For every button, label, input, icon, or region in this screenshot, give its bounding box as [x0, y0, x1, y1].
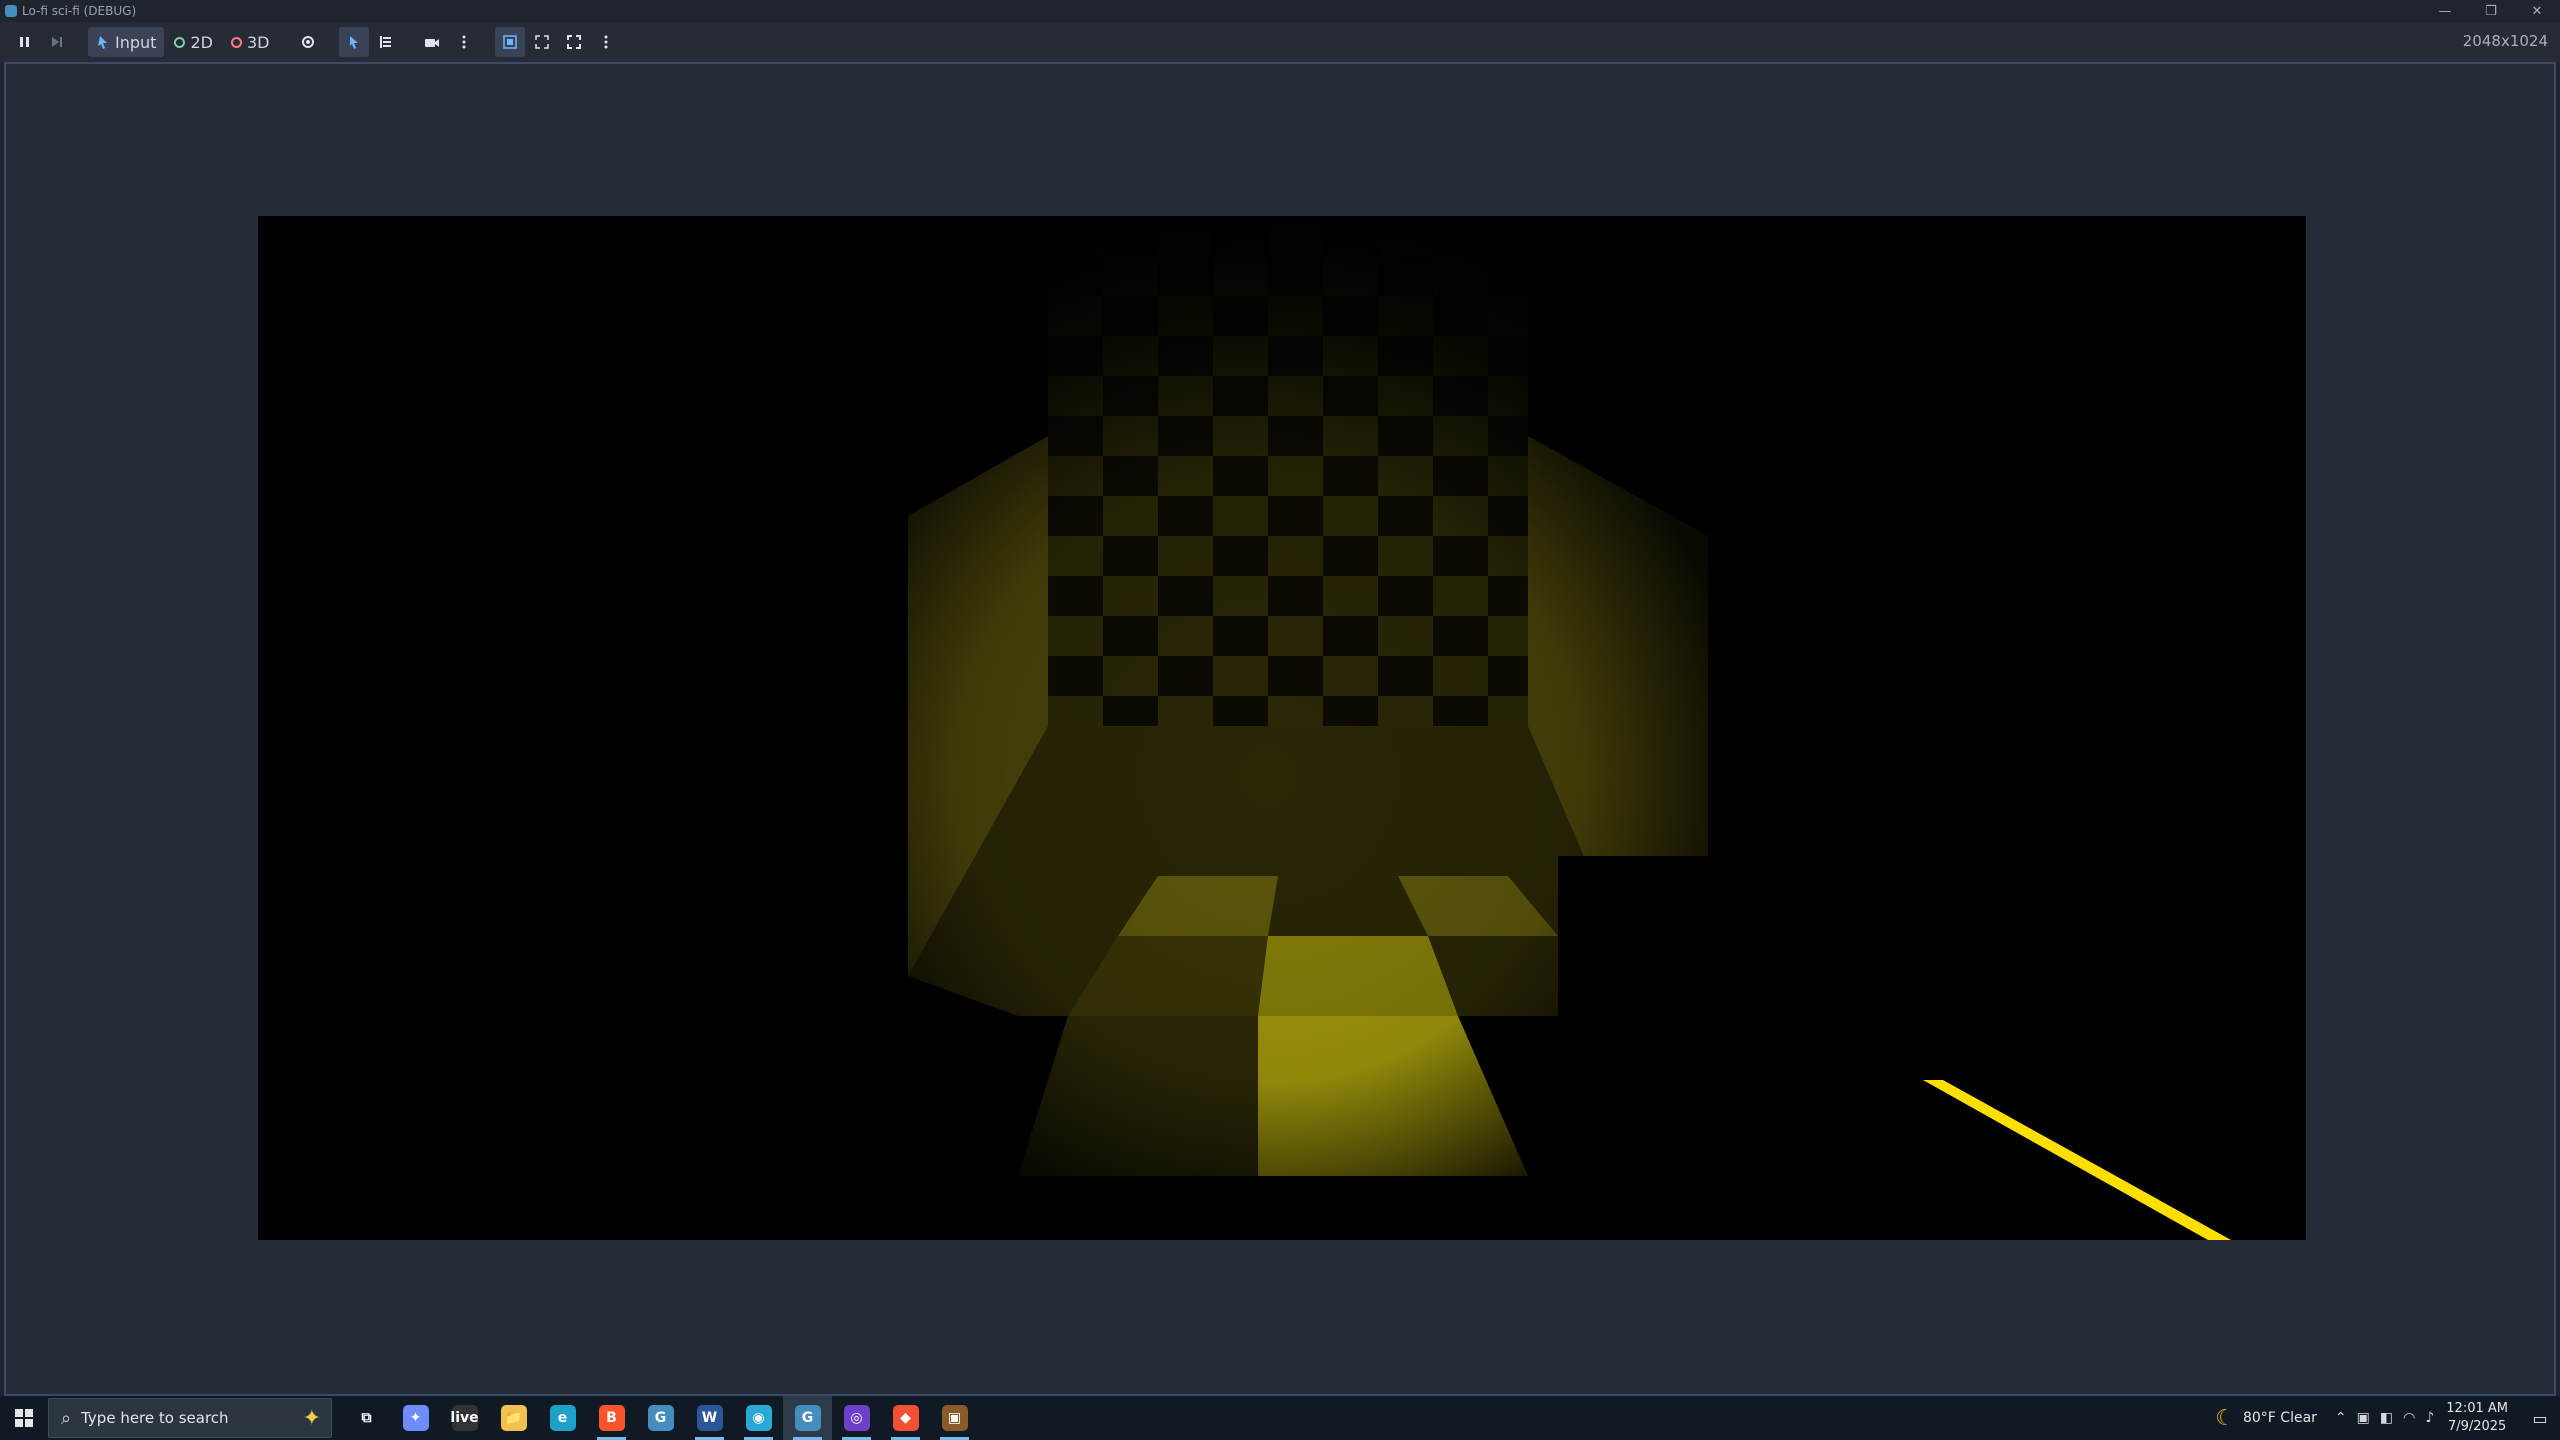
window-controls: — ❐ ✕ — [2422, 0, 2560, 22]
game-view[interactable] — [258, 216, 2306, 1240]
taskbar-search[interactable]: ⌕ Type here to search ✦ — [48, 1398, 332, 1438]
window-title: Lo-fi sci-fi (DEBUG) — [22, 4, 137, 18]
search-placeholder: Type here to search — [81, 1409, 229, 1427]
expand-icon — [535, 35, 550, 49]
clock-date: 7/9/2025 — [2447, 1419, 2507, 1434]
game-toolbar: Input 2D 3D 2048x1024 — [0, 22, 2560, 62]
game-scene — [258, 216, 2306, 1240]
fullscreen-icon — [567, 35, 582, 49]
camera-override-button[interactable] — [417, 27, 447, 57]
list-select-button[interactable] — [371, 27, 401, 57]
godot-app-icon — [5, 5, 17, 17]
visibility-button[interactable] — [293, 27, 323, 57]
github-icon: ◎ — [843, 1405, 870, 1431]
pause-button[interactable] — [10, 27, 40, 57]
taskbar-app-file-explorer[interactable]: 📁 — [489, 1396, 538, 1440]
taskbar-app-app-blue[interactable]: ◉ — [734, 1396, 783, 1440]
taskbar-app-live-captions[interactable]: live — [440, 1396, 489, 1440]
select-tool-button[interactable] — [339, 27, 370, 57]
wifi-icon[interactable]: ◠ — [2403, 1410, 2415, 1426]
minimize-button[interactable]: — — [2422, 0, 2468, 22]
taskbar-app-copilot[interactable]: ✦ — [391, 1396, 440, 1440]
taskbar-app-godot[interactable]: G — [636, 1396, 685, 1440]
windows-logo-icon — [15, 1409, 33, 1427]
moon-icon: ☾ — [2215, 1405, 2235, 1431]
search-icon: ⌕ — [61, 1407, 72, 1429]
embed-game-button[interactable] — [495, 27, 526, 57]
clock-time: 12:01 AM — [2446, 1401, 2508, 1416]
copilot-icon: ✦ — [402, 1405, 429, 1431]
godot-icon: G — [647, 1405, 674, 1431]
taskbar-app-godot-running[interactable]: G — [783, 1396, 832, 1440]
clock[interactable]: 12:01 AM 7/9/2025 — [2446, 1400, 2508, 1436]
start-button[interactable] — [0, 1396, 48, 1440]
git-icon: ◆ — [892, 1405, 919, 1431]
close-button[interactable]: ✕ — [2514, 0, 2560, 22]
taskbar-app-wordpad[interactable]: W — [685, 1396, 734, 1440]
next-frame-button[interactable] — [42, 27, 72, 57]
camera-icon — [425, 39, 440, 47]
taskbar-apps: ⧉ ✦ live 📁 e B G W ◉ G ◎ ◆ ▣ — [342, 1396, 979, 1440]
taskbar-app-edge[interactable]: e — [538, 1396, 587, 1440]
taskbar-app-github[interactable]: ◎ — [832, 1396, 881, 1440]
taskbar-app-archive[interactable]: ▣ — [930, 1396, 979, 1440]
live-captions-icon: live — [450, 1405, 479, 1431]
pointer-icon — [98, 36, 107, 49]
vertical-dots-icon — [604, 35, 608, 49]
embed-options-button[interactable] — [591, 27, 621, 57]
vertical-dots-icon — [462, 35, 466, 49]
godot-running-icon: G — [794, 1405, 821, 1431]
meet-icon[interactable]: ◧ — [2380, 1410, 2393, 1426]
notification-icon: ▭ — [2532, 1408, 2548, 1428]
weather-desc: Clear — [2280, 1410, 2317, 1426]
select-arrow-icon — [350, 36, 359, 49]
camera-options-button[interactable] — [449, 27, 479, 57]
sparkle-icon: ✦ — [302, 1405, 321, 1431]
step-frame-icon — [52, 37, 62, 47]
taskbar-app-brave[interactable]: B — [587, 1396, 636, 1440]
list-select-icon — [380, 36, 392, 48]
mode-2d-label: 2D — [190, 32, 213, 52]
game-viewport-frame — [4, 62, 2556, 1396]
weather-temp: 80°F — [2242, 1410, 2276, 1426]
restore-button[interactable]: ❐ — [2468, 0, 2514, 22]
tray-app-icon[interactable]: ▣ — [2357, 1410, 2370, 1426]
weather-widget[interactable]: ☾ 80°F Clear — [2215, 1406, 2317, 1431]
notification-button[interactable]: ▭ — [2520, 1396, 2560, 1440]
system-tray: ☾ 80°F Clear ⌃ ▣ ◧ ◠ ♪ 12:01 AM 7/9/2025… — [2215, 1396, 2560, 1440]
taskbar-app-task-view[interactable]: ⧉ — [342, 1396, 391, 1440]
embed-icon — [503, 35, 518, 49]
wordpad-icon: W — [696, 1405, 723, 1431]
volume-icon[interactable]: ♪ — [2425, 1410, 2434, 1426]
mode-3d-label: 3D — [246, 32, 270, 52]
app-blue-icon: ◉ — [745, 1405, 772, 1431]
window-title-bar: Lo-fi sci-fi (DEBUG) — ❐ ✕ — [0, 0, 2560, 22]
brave-icon: B — [598, 1405, 625, 1431]
eye-icon — [302, 36, 315, 48]
taskbar-app-git[interactable]: ◆ — [881, 1396, 930, 1440]
windows-taskbar: ⌕ Type here to search ✦ ⧉ ✦ live 📁 e B G W ◉ G ◎ ◆ ▣… — [0, 1396, 2560, 1440]
mode-2d-button[interactable]: 2D — [166, 27, 221, 57]
game-resolution: 2048x1024 — [2462, 32, 2548, 50]
file-explorer-icon: 📁 — [500, 1405, 527, 1431]
task-view-icon: ⧉ — [361, 1410, 372, 1426]
input-mode-button[interactable]: Input — [88, 27, 165, 57]
input-mode-label: Input — [115, 32, 157, 52]
chevron-up-icon[interactable]: ⌃ — [2335, 1410, 2347, 1426]
3d-node-icon — [230, 36, 242, 48]
2d-node-icon — [174, 36, 186, 48]
pause-icon — [20, 37, 29, 47]
edge-icon: e — [549, 1405, 576, 1431]
fullscreen-button[interactable] — [559, 27, 589, 57]
archive-icon: ▣ — [941, 1405, 968, 1431]
fit-stretch-button[interactable] — [527, 27, 557, 57]
mode-3d-button[interactable]: 3D — [223, 27, 278, 57]
